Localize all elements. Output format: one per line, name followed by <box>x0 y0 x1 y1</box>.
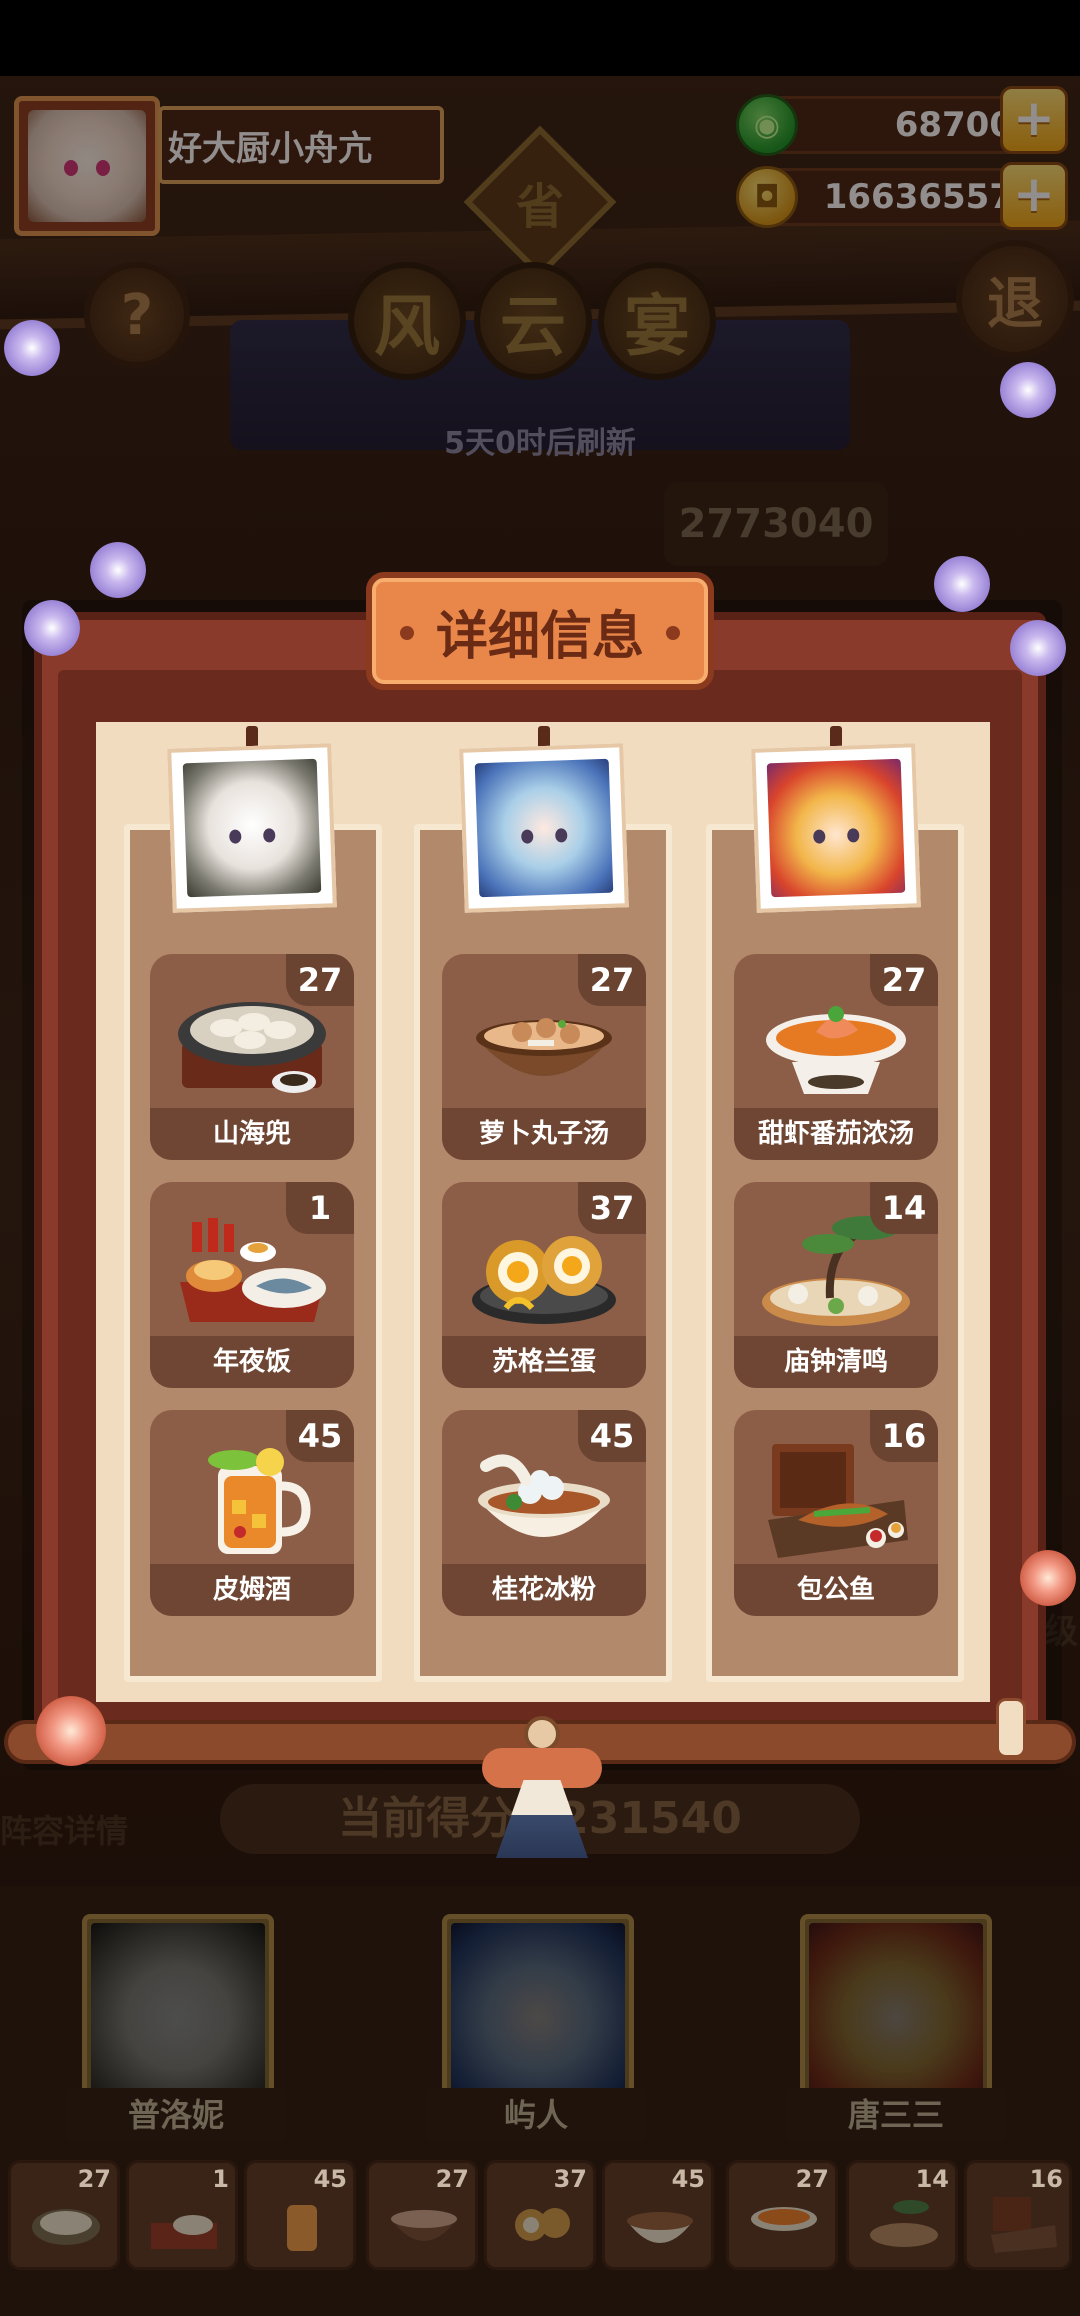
shrimp-tomato-soup-icon <box>751 2207 817 2231</box>
dish-name: 年夜饭 <box>150 1336 354 1388</box>
status-bar <box>0 0 1080 76</box>
dish-card[interactable]: 14 庙钟清鸣 <box>734 1182 938 1388</box>
character-portrait[interactable] <box>751 743 921 913</box>
character-portrait[interactable] <box>167 743 337 913</box>
chef-portrait-icon <box>182 758 322 898</box>
dish-name: 山海兜 <box>150 1108 354 1160</box>
dish-count: 45 <box>313 2165 347 2193</box>
dish-name: 桂花冰粉 <box>442 1564 646 1616</box>
lineup-dish-slot[interactable]: 27 <box>8 2160 120 2270</box>
scotch-egg-icon <box>515 2208 570 2241</box>
chef-portrait-icon <box>809 1923 983 2095</box>
osmanthus-ice-jelly-icon <box>627 2212 693 2243</box>
radish-meatball-soup-icon <box>391 2210 457 2241</box>
dish-name: 萝卜丸子汤 <box>442 1108 646 1160</box>
dish-count: 45 <box>286 1410 354 1462</box>
dish-card[interactable]: 16 包公鱼 <box>734 1410 938 1616</box>
dish-card[interactable]: 27 萝卜丸子汤 <box>442 954 646 1160</box>
flower-decor-icon <box>4 320 60 376</box>
flower-decor-icon <box>934 556 990 612</box>
dish-count: 45 <box>671 2165 705 2193</box>
dish-card[interactable]: 45 皮姆酒 <box>150 1410 354 1616</box>
lineup-character[interactable] <box>82 1914 274 2104</box>
dish-count: 14 <box>915 2165 949 2193</box>
dish-count: 16 <box>1029 2165 1063 2193</box>
dish-card[interactable]: 27 山海兜 <box>150 954 354 1160</box>
dish-count: 16 <box>870 1410 938 1462</box>
dish-count: 27 <box>286 954 354 1006</box>
tassel-knot-icon[interactable] <box>524 1716 560 1752</box>
flower-decor-icon <box>1020 1550 1076 1606</box>
new-year-feast-icon <box>151 2215 217 2249</box>
dish-count: 45 <box>578 1410 646 1462</box>
lineup-dish-slot[interactable]: 16 <box>964 2160 1072 2270</box>
lineup-dish-slot[interactable]: 45 <box>244 2160 356 2270</box>
flower-decor-icon <box>90 542 146 598</box>
lineup-character-name: 唐三三 <box>786 2088 1006 2142</box>
lineup-character-name: 屿人 <box>426 2088 646 2142</box>
lineup-dish-slot[interactable]: 1 <box>126 2160 238 2270</box>
dish-name: 包公鱼 <box>734 1564 938 1616</box>
dish-count: 1 <box>286 1182 354 1234</box>
pimms-drink-icon <box>287 2205 317 2251</box>
dish-count: 37 <box>553 2165 587 2193</box>
scroll-cap <box>996 1698 1026 1758</box>
chef-portrait-icon <box>766 758 906 898</box>
dish-count: 27 <box>77 2165 111 2193</box>
lineup-dish-slot[interactable]: 27 <box>726 2160 838 2270</box>
dish-count: 27 <box>870 954 938 1006</box>
lineup-character-name: 普洛妮 <box>66 2088 286 2142</box>
dish-name: 庙钟清鸣 <box>734 1336 938 1388</box>
panel-title: 详细信息 <box>366 572 714 690</box>
dish-count: 27 <box>795 2165 829 2193</box>
dish-card[interactable]: 45 桂花冰粉 <box>442 1410 646 1616</box>
dish-name: 皮姆酒 <box>150 1564 354 1616</box>
temple-bell-platter-icon <box>870 2200 938 2247</box>
flower-decor-icon <box>1010 620 1066 676</box>
baogong-fish-icon <box>991 2197 1057 2253</box>
dish-count: 1 <box>212 2165 229 2193</box>
dish-card[interactable]: 27 甜虾番茄浓汤 <box>734 954 938 1160</box>
lineup-character[interactable] <box>442 1914 634 2104</box>
dish-count: 14 <box>870 1182 938 1234</box>
dish-count: 37 <box>578 1182 646 1234</box>
dish-name: 苏格兰蛋 <box>442 1336 646 1388</box>
character-portrait[interactable] <box>459 743 629 913</box>
dish-name: 甜虾番茄浓汤 <box>734 1108 938 1160</box>
dish-count: 27 <box>578 954 646 1006</box>
chef-portrait-icon <box>91 1923 265 2095</box>
lineup-dish-slot[interactable]: 27 <box>366 2160 478 2270</box>
chef-portrait-icon <box>474 758 614 898</box>
dish-card[interactable]: 1 年夜饭 <box>150 1182 354 1388</box>
flower-decor-icon <box>36 1696 106 1766</box>
lineup-dish-slot[interactable]: 37 <box>484 2160 596 2270</box>
lineup-character[interactable] <box>800 1914 992 2104</box>
dish-card[interactable]: 37 苏格兰蛋 <box>442 1182 646 1388</box>
dish-count: 27 <box>435 2165 469 2193</box>
lineup-dish-slot[interactable]: 14 <box>846 2160 958 2270</box>
flower-decor-icon <box>1000 362 1056 418</box>
chef-portrait-icon <box>451 1923 625 2095</box>
flower-decor-icon <box>24 600 80 656</box>
dumpling-dish-icon <box>32 2209 100 2245</box>
lineup-dish-slot[interactable]: 45 <box>602 2160 714 2270</box>
